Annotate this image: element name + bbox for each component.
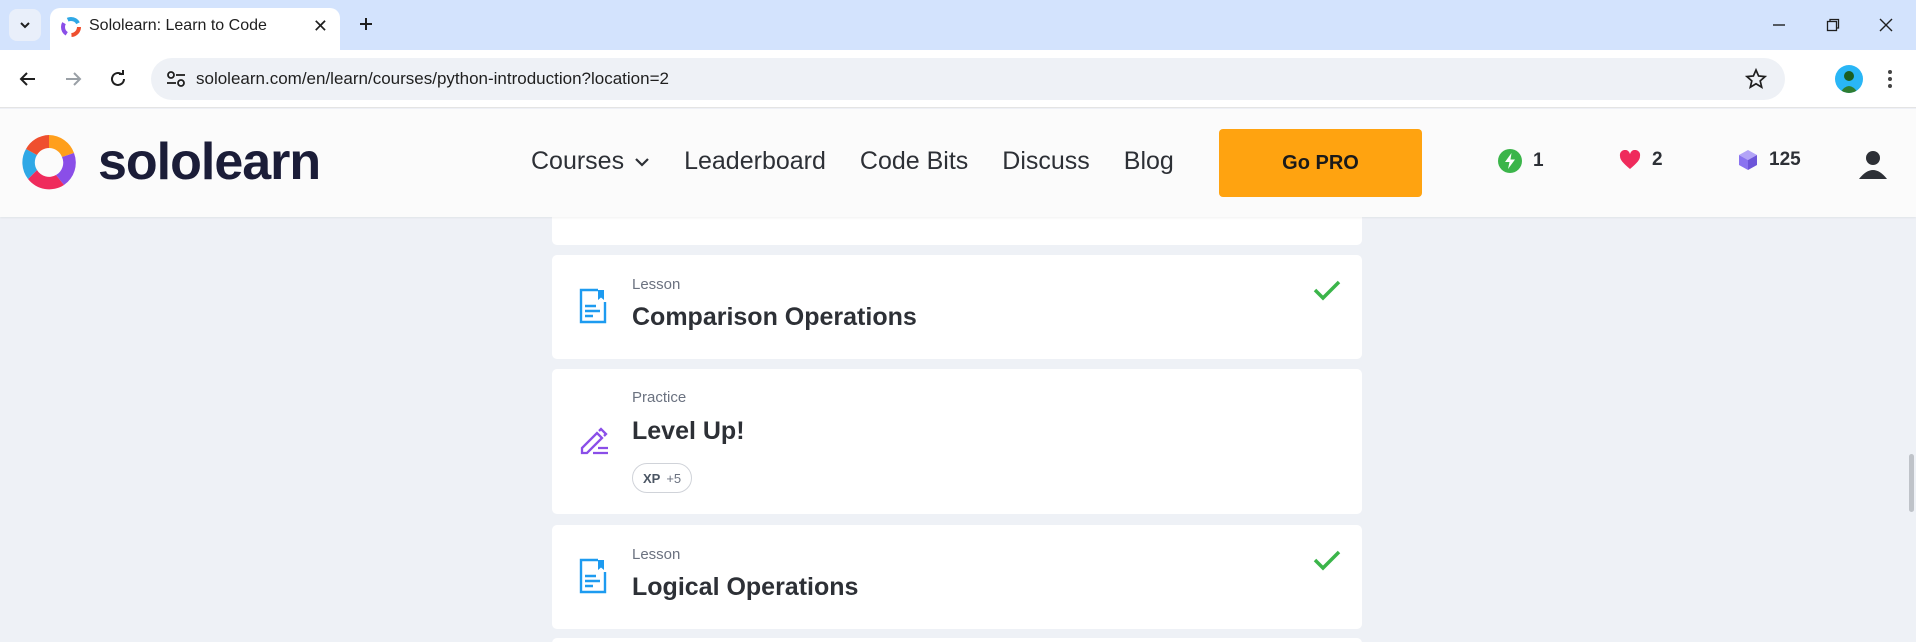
go-pro-button[interactable]: Go PRO	[1219, 129, 1422, 197]
main-nav: Courses Leaderboard Code Bits Discuss Bl…	[531, 147, 1208, 176]
address-bar[interactable]: sololearn.com/en/learn/courses/python-in…	[151, 58, 1785, 100]
site-header: sololearn Courses Leaderboard Code Bits …	[0, 109, 1916, 217]
nav-courses[interactable]: Courses	[531, 147, 650, 176]
sololearn-favicon-icon	[61, 17, 81, 37]
plus-icon	[360, 18, 372, 30]
lesson-card-partial[interactable]	[552, 638, 1362, 642]
bits-cube-icon	[1739, 150, 1757, 170]
browser-toolbar: sololearn.com/en/learn/courses/python-in…	[0, 50, 1916, 108]
lesson-icon	[579, 558, 607, 594]
profile-avatar[interactable]	[1835, 65, 1863, 93]
restore-icon	[1826, 18, 1840, 32]
streak-counter[interactable]: 1	[1498, 149, 1544, 173]
card-title: Level Up!	[632, 417, 745, 445]
page-scrollbar[interactable]	[1909, 454, 1914, 512]
close-icon	[1879, 18, 1893, 32]
new-tab-button[interactable]	[352, 10, 380, 38]
lesson-card[interactable]: Lesson Comparison Operations	[552, 255, 1362, 359]
minimize-icon	[1773, 24, 1785, 26]
nav-code-bits[interactable]: Code Bits	[860, 147, 968, 176]
nav-discuss[interactable]: Discuss	[1002, 147, 1090, 176]
nav-blog[interactable]: Blog	[1124, 147, 1174, 176]
sololearn-logo[interactable]: sololearn	[18, 131, 321, 193]
logo-text: sololearn	[98, 133, 321, 191]
card-title: Comparison Operations	[632, 303, 917, 331]
nav-courses-label: Courses	[531, 147, 625, 175]
avatar-image-icon	[1840, 71, 1858, 93]
user-profile-icon[interactable]	[1858, 149, 1888, 179]
browser-tab-bar: Sololearn: Learn to Code ✕	[0, 0, 1916, 50]
checkmark-icon	[1313, 280, 1341, 301]
tab-search-button[interactable]	[9, 9, 41, 41]
hearts-counter[interactable]: 2	[1619, 149, 1663, 171]
browser-tab-active[interactable]: Sololearn: Learn to Code ✕	[50, 8, 340, 50]
forward-arrow-icon	[66, 72, 82, 86]
card-title: Logical Operations	[632, 573, 859, 601]
restore-button[interactable]	[1813, 10, 1853, 40]
site-info-icon[interactable]	[165, 69, 187, 89]
forward-button[interactable]	[58, 64, 88, 94]
hearts-count: 2	[1652, 149, 1663, 170]
xp-value: +5	[666, 470, 682, 486]
url-text[interactable]: sololearn.com/en/learn/courses/python-in…	[196, 69, 669, 89]
nav-leaderboard[interactable]: Leaderboard	[684, 147, 826, 176]
checkmark-icon	[1313, 550, 1341, 571]
lesson-icon	[579, 288, 607, 324]
chevron-down-icon	[635, 157, 649, 167]
bits-count: 125	[1769, 149, 1801, 170]
lesson-card[interactable]: Lesson Logical Operations	[552, 525, 1362, 629]
streak-count: 1	[1533, 150, 1544, 171]
tab-close-button[interactable]: ✕	[313, 16, 328, 37]
lightning-bolt-icon	[1498, 149, 1522, 173]
reload-icon	[111, 70, 125, 86]
practice-pencil-icon	[580, 427, 608, 455]
tab-title: Sololearn: Learn to Code	[89, 17, 267, 34]
xp-pill: XP +5	[632, 463, 693, 493]
xp-label: XP	[643, 470, 661, 486]
browser-menu-button[interactable]	[1880, 65, 1900, 93]
chevron-down-icon	[20, 22, 30, 29]
card-type: Lesson	[632, 546, 681, 563]
bits-counter[interactable]: 125	[1738, 149, 1801, 171]
close-window-button[interactable]	[1866, 10, 1906, 40]
card-type: Practice	[632, 389, 687, 406]
heart-icon	[1619, 150, 1641, 169]
bookmark-star-icon[interactable]	[1745, 68, 1767, 90]
sololearn-logo-icon	[22, 135, 76, 190]
reload-button[interactable]	[103, 64, 133, 94]
card-type: Lesson	[632, 276, 681, 293]
practice-card[interactable]: Practice Level Up! XP +5	[552, 369, 1362, 514]
back-button[interactable]	[13, 64, 43, 94]
back-arrow-icon	[19, 72, 35, 86]
minimize-button[interactable]	[1759, 10, 1799, 40]
